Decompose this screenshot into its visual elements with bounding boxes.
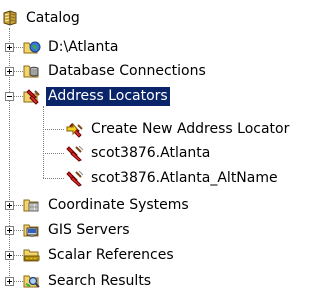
expand-search-results-button[interactable]	[5, 277, 14, 286]
address-locators-icon	[23, 87, 41, 105]
folder-globe-icon	[23, 38, 41, 56]
address-locator-icon	[66, 169, 84, 187]
collapse-address-locators-button[interactable]	[5, 92, 14, 101]
tree-connector	[43, 106, 44, 178]
tree-item-label: Scalar References	[48, 246, 174, 263]
tree-item-gis-servers[interactable]: GIS Servers	[23, 219, 132, 241]
tree-item-label: Search Results	[48, 272, 152, 289]
scalar-references-icon	[23, 246, 41, 264]
tree-item-create-new-address-locator[interactable]: Create New Address Locator	[66, 118, 291, 140]
tree-item-catalog[interactable]: Catalog	[1, 7, 82, 29]
expand-coordinate-systems-button[interactable]	[5, 201, 14, 210]
tree-item-scot3876-atlanta-altname[interactable]: scot3876.Atlanta_AltName	[66, 167, 280, 189]
expand-d-atlanta-button[interactable]	[5, 43, 14, 52]
tree-item-label: Create New Address Locator	[91, 120, 290, 137]
tree-connector	[43, 129, 64, 130]
tree-connector	[43, 153, 64, 154]
tree-item-label: Coordinate Systems	[48, 196, 189, 213]
tree-item-scalar-references[interactable]: Scalar References	[23, 244, 176, 266]
tree-item-database-connections[interactable]: Database Connections	[23, 60, 208, 82]
expand-database-connections-button[interactable]	[5, 67, 14, 76]
search-results-icon	[23, 272, 41, 290]
tree-item-label: Address Locators	[46, 86, 170, 106]
expand-scalar-references-button[interactable]	[5, 251, 14, 260]
address-locator-icon	[66, 144, 84, 162]
tree-item-label: Database Connections	[48, 62, 206, 79]
tree-item-d-atlanta[interactable]: D:\Atlanta	[23, 36, 120, 58]
tree-item-label: GIS Servers	[48, 221, 130, 238]
tree-item-label: scot3876.Atlanta_AltName	[91, 169, 278, 186]
tree-item-address-locators[interactable]: Address Locators	[23, 85, 170, 107]
tree-item-coordinate-systems[interactable]: Coordinate Systems	[23, 194, 191, 216]
catalog-icon	[1, 9, 19, 27]
tree-item-scot3876-atlanta[interactable]: scot3876.Atlanta	[66, 142, 212, 164]
tree-connector	[43, 178, 64, 179]
tree-item-label: scot3876.Atlanta	[91, 144, 211, 161]
gis-servers-icon	[23, 221, 41, 239]
tree-item-label: Catalog	[26, 9, 80, 26]
database-connections-icon	[23, 62, 41, 80]
tree-item-search-results[interactable]: Search Results	[23, 270, 153, 292]
coordinate-systems-icon	[23, 196, 41, 214]
expand-gis-servers-button[interactable]	[5, 226, 14, 235]
tree-item-label: D:\Atlanta	[48, 38, 119, 55]
catalog-tree: Catalog D:\Atlanta Database Connections	[0, 0, 330, 294]
create-locator-icon	[66, 120, 84, 138]
